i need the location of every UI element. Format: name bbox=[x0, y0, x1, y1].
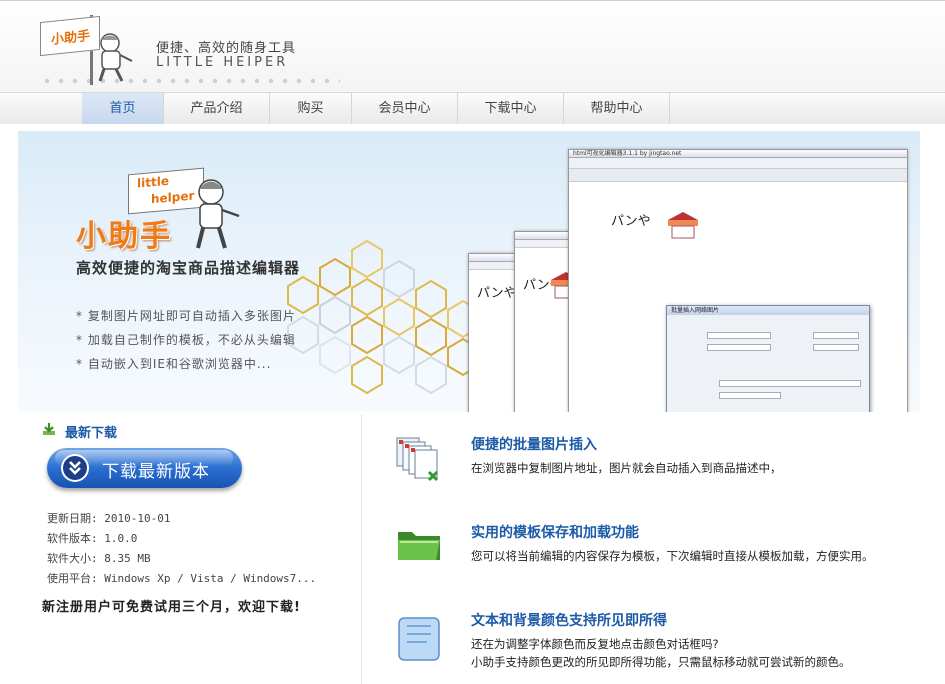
platform: 使用平台: Windows Xp / Vista / Windows7... bbox=[47, 572, 317, 585]
banner-bullet: * 加载自己制作的模板，不必从头编辑 bbox=[76, 333, 296, 347]
banner-flag-text-1: little bbox=[137, 173, 169, 191]
mascot-icon bbox=[196, 179, 240, 249]
dialog-field bbox=[719, 380, 861, 387]
feature-title: 文本和背景颜色支持所见即所得 bbox=[471, 613, 667, 629]
nav-home[interactable]: 首页 bbox=[82, 93, 164, 125]
brand-english-name: LITTLE HEIPER bbox=[156, 55, 289, 70]
download-icon bbox=[61, 454, 89, 482]
batch-insert-dialog: 批量插入网络图片 确定 退出 bbox=[666, 305, 870, 412]
update-date: 更新日期: 2010-10-01 bbox=[47, 512, 171, 525]
banner-title: 小助手 bbox=[76, 219, 172, 254]
site-tagline: 便捷、高效的随身工具 bbox=[156, 41, 297, 56]
software-version: 软件版本: 1.0.0 bbox=[47, 532, 138, 545]
nav-download-center[interactable]: 下载中心 bbox=[458, 93, 564, 125]
logo-footprints bbox=[40, 77, 340, 85]
window-toolbar bbox=[569, 169, 907, 182]
feature-description: 还在为调整字体颜色而反复地点击颜色对话框吗? bbox=[471, 637, 719, 651]
hero-banner[interactable]: little helper 小助手 高效便捷的淘宝商品描述编辑器 * 复制图片网… bbox=[18, 131, 920, 412]
feature-title: 便捷的批量图片插入 bbox=[471, 437, 597, 453]
nav-help-center[interactable]: 帮助中心 bbox=[564, 93, 670, 125]
main-nav: 首页 产品介绍 购买 会员中心 下载中心 帮助中心 bbox=[0, 92, 945, 126]
feature-description: 小助手支持颜色更改的所见即所得功能，只需鼠标移动就可尝试新的颜色。 bbox=[471, 655, 851, 669]
window-content-text: パンや bbox=[477, 286, 517, 301]
window-title: html可视化编辑器3.1.1 by jingtao.net bbox=[569, 150, 907, 158]
nav-product-intro[interactable]: 产品介绍 bbox=[164, 93, 270, 125]
software-size: 软件大小: 8.35 MB bbox=[47, 552, 151, 565]
documents-icon bbox=[396, 437, 439, 482]
banner-bullet: * 自动嵌入到IE和谷歌浏览器中... bbox=[76, 357, 272, 371]
window-content-text: パンや bbox=[611, 214, 651, 229]
banner-bullet: * 复制图片网址即可自动插入多张图片 bbox=[76, 309, 296, 323]
download-panel: 最新下载 下载最新版本 更新日期: 2010-10-01 软件版本: 1.0.0… bbox=[0, 414, 360, 684]
banner-area: little helper 小助手 高效便捷的淘宝商品描述编辑器 * 复制图片网… bbox=[0, 124, 945, 414]
scroll-icon bbox=[398, 617, 440, 661]
dialog-field bbox=[707, 332, 771, 339]
download-arrow-icon bbox=[43, 423, 55, 435]
download-button-label: 下载最新版本 bbox=[102, 462, 210, 482]
dialog-title: 批量插入网络图片 bbox=[667, 306, 869, 315]
latest-download-heading: 最新下载 bbox=[65, 426, 118, 441]
folder-icon bbox=[398, 532, 440, 560]
logo-flag-text: 小助手 bbox=[51, 28, 91, 48]
nav-member-center[interactable]: 会员中心 bbox=[352, 93, 458, 125]
dialog-field bbox=[813, 344, 859, 351]
dialog-field bbox=[813, 332, 859, 339]
site-header: 小助手 便捷、高效的随身工具 LITTLE HEIPER bbox=[0, 0, 945, 93]
shop-icon bbox=[668, 212, 698, 239]
feature-description: 您可以将当前编辑的内容保存为模板，下次编辑时直接从模板加载，方便实用。 bbox=[471, 549, 874, 563]
download-latest-button[interactable]: 下载最新版本 bbox=[47, 448, 242, 488]
dialog-field bbox=[719, 392, 781, 399]
banner-subtitle: 高效便捷的淘宝商品描述编辑器 bbox=[76, 259, 301, 277]
feature-title: 实用的模板保存和加载功能 bbox=[471, 525, 639, 541]
trial-promo: 新注册用户可免费试用三个月，欢迎下载! bbox=[42, 600, 301, 615]
feature-description: 在浏览器中复制图片地址，图片就会自动插入到商品描述中， bbox=[471, 461, 782, 475]
mascot-icon bbox=[98, 33, 133, 82]
nav-buy[interactable]: 购买 bbox=[270, 93, 352, 125]
dialog-field bbox=[707, 344, 771, 351]
window-menubar bbox=[569, 158, 907, 169]
column-divider bbox=[361, 414, 362, 684]
